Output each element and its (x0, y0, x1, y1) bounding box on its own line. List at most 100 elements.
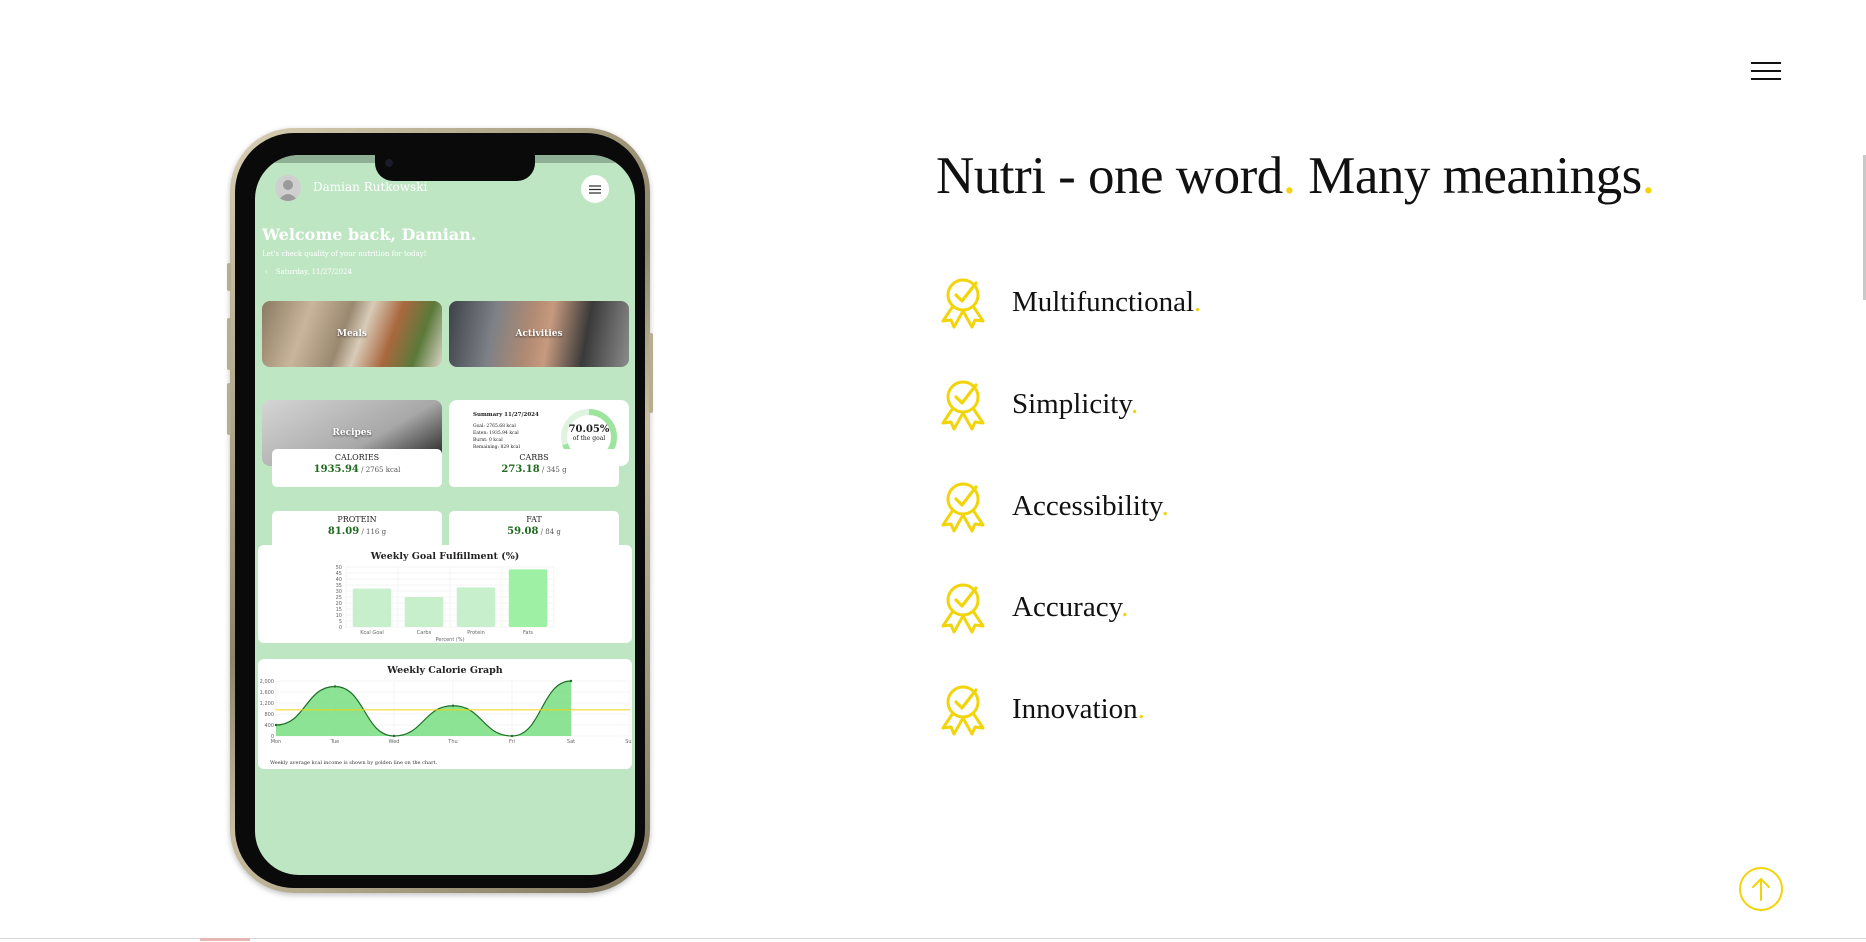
x-tick-label: Fri (509, 739, 515, 745)
goal-percent-label: of the goal (572, 435, 606, 442)
award-ribbon-check-icon (941, 685, 985, 736)
feature-label: Multifunctional. (1012, 286, 1201, 319)
calorie-point[interactable] (569, 679, 573, 683)
macro-value: 81.09 (327, 526, 360, 537)
calorie-point[interactable] (274, 723, 278, 727)
y-tick-label: 1,600 (260, 690, 274, 696)
goal-percent: 70.05% (568, 424, 610, 435)
calorie-point[interactable] (451, 704, 455, 707)
macro-name: CARBS (519, 453, 549, 462)
welcome-heading: Welcome back, Damian. (262, 225, 477, 244)
feature-dot: . (1130, 387, 1139, 420)
x-tick-label: Wed (389, 739, 400, 745)
y-tick-label: 10 (336, 613, 342, 619)
x-tick-label: Mon (271, 739, 282, 745)
feature-label-text: Multifunctional (1012, 285, 1195, 318)
x-tick-label: Kcal Goal (360, 630, 383, 636)
feature-dot: . (1161, 489, 1169, 522)
calorie-area (276, 681, 571, 736)
award-ribbon-check-icon (941, 482, 985, 533)
x-axis-label: Percent (%) (435, 637, 464, 643)
x-tick-label: Fats (523, 630, 533, 636)
chart-note: Weekly average kcal income is shown by g… (270, 760, 438, 766)
feature-item: Multifunctional. (936, 274, 1201, 330)
avatar[interactable] (275, 175, 301, 201)
feature-label: Accuracy. (1012, 591, 1128, 624)
activities-tile[interactable]: Activities (449, 301, 629, 367)
page-scrollbar[interactable] (1860, 0, 1866, 938)
phone-volume-up (227, 318, 231, 370)
calorie-point[interactable] (510, 734, 514, 738)
feature-item: Accuracy. (936, 579, 1128, 635)
app-menu-button[interactable] (581, 175, 609, 203)
weekly-goal-bar-chart: 05101520253035404550 Kcal Goal Carbs Protei… (336, 565, 555, 643)
summary-burnt: Burnt: 0 kcal (473, 438, 503, 443)
macro-target: / 116 g (359, 528, 387, 536)
feature-label: Accessibility. (1012, 490, 1169, 523)
phone-volume-down (227, 383, 231, 435)
weekly-goal-chart-card: Weekly Goal Fulfillment (%) 0 5 10 15 20 25 30… (258, 545, 632, 643)
calorie-point[interactable] (333, 685, 337, 688)
feature-label-text: Accessibility (1012, 489, 1162, 522)
macro-target: / 84 g (538, 528, 561, 536)
y-tick-label: 50 (336, 565, 342, 571)
macro-value: 1935.94 (313, 464, 359, 475)
app-screen: Damian Rutkowski Welcome back, Damian. L… (255, 155, 635, 875)
y-tick-label: 25 (336, 595, 342, 601)
macro-name: FAT (526, 515, 542, 524)
date-navigator: ‹ Saturday, 11/27/2024 (265, 268, 352, 276)
macro-values: 1935.94 / 2765 kcal (272, 464, 442, 475)
bar-protein[interactable] (456, 587, 496, 627)
macro-value: 273.18 (501, 464, 540, 475)
user-name: Damian Rutkowski (313, 180, 428, 194)
bar-carbs[interactable] (404, 597, 444, 627)
y-tick-label: 2,000 (260, 679, 274, 685)
phone-silent-switch (227, 263, 231, 291)
award-ribbon-check-icon (941, 583, 985, 634)
divider-line (0, 938, 1866, 939)
x-tick-label: Carbs (417, 630, 432, 636)
feature-dot: . (1121, 590, 1129, 623)
feature-label-text: Innovation (1012, 692, 1138, 725)
y-tick-label: 45 (336, 571, 342, 577)
welcome-subtitle: Let's check quality of your nutrition fo… (262, 250, 427, 258)
macro-name: CALORIES (334, 453, 380, 462)
weekly-calorie-chart-card: Weekly Calorie Graph 0 400 800 1,200 1,600 2,… (258, 659, 632, 769)
section-headline: Nutri - one word. Many meanings. (936, 146, 1655, 206)
feature-label: Innovation. (1012, 693, 1145, 726)
current-date: Saturday, 11/27/2024 (275, 268, 352, 276)
headline-dot-1: . (1282, 147, 1296, 205)
award-ribbon-check-icon (941, 278, 985, 329)
feature-item: Innovation. (936, 681, 1145, 737)
summary-eaten: Eaten: 1935.94 kcal (473, 431, 519, 436)
macro-values: 273.18 / 345 g (449, 464, 619, 475)
macro-name: PROTEIN (337, 515, 377, 524)
meals-tile[interactable]: Meals (262, 301, 442, 367)
y-tick-label: 5 (339, 619, 342, 625)
bar-kcal-goal[interactable] (352, 588, 392, 627)
calorie-point[interactable] (392, 734, 396, 738)
feature-item: Accessibility. (936, 478, 1169, 534)
y-tick-label: 35 (336, 583, 342, 589)
phone-bezel: Damian Rutkowski Welcome back, Damian. L… (235, 133, 645, 888)
hamburger-menu-icon[interactable] (1751, 60, 1781, 84)
x-tick-label: Thu (447, 739, 457, 745)
feature-dot: . (1194, 285, 1202, 318)
hamburger-menu-icon (589, 184, 601, 194)
bar-fats[interactable] (508, 569, 548, 627)
phone-power-button (649, 333, 653, 413)
macro-value: 59.08 (507, 526, 539, 537)
weekly-calorie-area-chart: 04008001,2001,6002,000Mon Tue Wed Thu Fri Sat… (260, 679, 632, 745)
scroll-to-top-button[interactable] (1739, 867, 1783, 911)
previous-day-button[interactable]: ‹ (265, 268, 268, 276)
y-tick-label: 400 (264, 723, 274, 729)
headline-part-2: Many meanings (1295, 147, 1642, 205)
y-tick-label: 15 (336, 607, 342, 613)
y-tick-label: 800 (264, 712, 274, 718)
feature-label-text: Accuracy (1012, 590, 1122, 623)
headline-part-1: Nutri - one word (936, 147, 1283, 205)
feature-dot: . (1137, 692, 1145, 725)
y-tick-label: 30 (336, 589, 342, 595)
feature-label: Simplicity. (1012, 388, 1138, 421)
feature-item: Simplicity. (936, 376, 1138, 432)
